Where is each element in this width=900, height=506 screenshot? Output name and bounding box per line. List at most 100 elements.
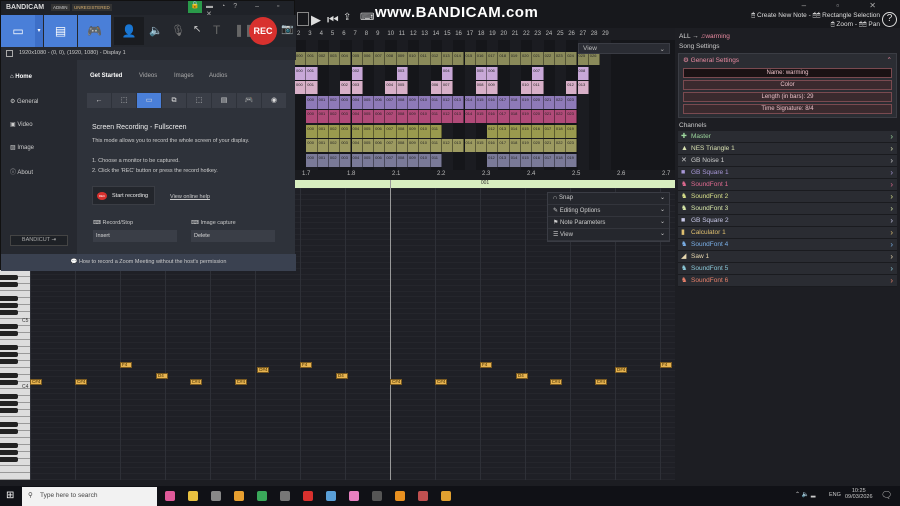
pattern-clip[interactable]: 012 — [487, 124, 499, 138]
pattern-clip[interactable]: 021 — [543, 110, 555, 123]
channel-item[interactable]: ♞ SoundFont 4 › — [678, 239, 897, 251]
pattern-clip[interactable]: 018 — [509, 95, 521, 109]
tray-icons[interactable]: ⌃ 🔈 ▂ — [795, 491, 815, 498]
pattern-clip[interactable]: 001 — [317, 95, 329, 109]
color-button[interactable]: Color — [683, 80, 892, 90]
taskbar-app-icon[interactable] — [257, 491, 267, 501]
pattern-clip[interactable]: 018 — [554, 124, 567, 138]
pattern-clip[interactable]: 019 — [566, 153, 578, 167]
pattern-clip[interactable]: 010 — [521, 81, 533, 94]
image-hotkey-field[interactable]: Delete — [191, 230, 275, 242]
channel-item[interactable]: ✕ GB Noise 1 › — [678, 155, 897, 167]
game-mode-button[interactable]: 🎮 — [78, 15, 111, 47]
fullscreen-mode-icon[interactable]: ▭ — [137, 93, 161, 108]
black-key[interactable] — [0, 302, 18, 308]
measure-number[interactable]: 26 — [568, 31, 575, 37]
export-icon[interactable]: ⇪ — [343, 12, 351, 23]
pattern-clip[interactable]: 015 — [521, 153, 533, 167]
pattern-clip[interactable]: 020 — [521, 52, 533, 65]
notification-icon[interactable]: 🗨 — [881, 490, 892, 501]
back-icon[interactable]: ← — [87, 93, 111, 108]
pattern-clip[interactable]: 006 — [374, 95, 386, 109]
pattern-clip[interactable]: 006 — [374, 153, 386, 167]
pattern-clip[interactable]: 007 — [385, 95, 397, 109]
pattern-clip[interactable]: 013 — [498, 124, 510, 138]
measure-number[interactable]: 12 — [410, 31, 417, 37]
channel-item[interactable]: ♞ SoundFont 6 › — [678, 275, 897, 287]
channel-item[interactable]: ✚ Master › — [678, 131, 897, 143]
pattern-clip[interactable]: 018 — [554, 153, 567, 167]
pattern-clip[interactable]: 004 — [351, 124, 363, 138]
pattern-clip[interactable]: 000 — [306, 153, 318, 167]
pattern-clip[interactable]: 016 — [487, 110, 499, 123]
pattern-clip[interactable]: 008 — [475, 81, 488, 94]
pattern-clip[interactable]: 007 — [385, 153, 397, 167]
tab-get-started[interactable]: Get Started — [90, 73, 122, 79]
note[interactable]: F4 — [120, 362, 132, 368]
pattern-clip[interactable]: 011 — [430, 95, 442, 109]
note[interactable]: C#4 — [189, 379, 202, 385]
black-key[interactable] — [0, 379, 18, 385]
black-key[interactable] — [0, 421, 18, 427]
sidebar-item-image[interactable]: ▨ Image — [10, 144, 34, 151]
taskbar-app-icon[interactable] — [326, 491, 336, 501]
channel-item[interactable]: ■ GB Square 1 › — [678, 167, 897, 179]
pattern-clip[interactable]: 004 — [351, 110, 363, 123]
pattern-clip[interactable]: 012 — [441, 95, 454, 109]
pattern-clip[interactable]: 009 — [408, 95, 420, 109]
note[interactable]: C#4 — [30, 379, 42, 385]
sidebar-item-home[interactable]: ⌂ Home — [10, 74, 32, 80]
pattern-clip[interactable]: 008 — [385, 52, 397, 65]
measure-number[interactable]: 25 — [557, 31, 564, 37]
black-key[interactable] — [0, 274, 18, 280]
cursor-icon[interactable]: ↖ — [193, 24, 201, 35]
taskbar-search[interactable]: ⚲ Type here to search — [22, 487, 157, 506]
lock-icon[interactable]: 🔒 — [188, 1, 202, 13]
timeline-ruler[interactable]: 1.7 1.8 2.1 2.2 2.3 2.4 2.5 2.6 2.7 — [295, 170, 675, 180]
pattern-clip[interactable]: 019 — [566, 124, 578, 138]
pattern-clip[interactable]: 001 — [317, 153, 329, 167]
note[interactable]: C#4 — [435, 379, 447, 385]
device-mode-icon[interactable]: ▤ — [212, 93, 236, 108]
black-key[interactable] — [0, 281, 18, 287]
measure-number[interactable]: 28 — [591, 31, 598, 37]
pattern-clip[interactable]: 012 — [566, 81, 578, 94]
pattern-clip[interactable]: 018 — [509, 139, 521, 152]
pattern-clip[interactable]: 000 — [295, 81, 307, 94]
pattern-clip[interactable]: 013 — [453, 95, 465, 109]
measure-number[interactable]: 23 — [534, 31, 541, 37]
device-mode-button[interactable]: ▤ — [44, 15, 77, 47]
taskbar-app-icon[interactable] — [234, 491, 244, 501]
black-key[interactable] — [0, 407, 18, 413]
playhead[interactable] — [390, 180, 391, 480]
pattern-clip[interactable]: 007 — [385, 110, 397, 123]
black-key[interactable] — [0, 449, 18, 455]
pattern-clip[interactable]: 000 — [295, 52, 307, 65]
pattern-clip[interactable]: 004 — [351, 139, 363, 152]
pattern-clip[interactable]: 002 — [328, 110, 341, 123]
pattern-clip[interactable]: 019 — [521, 139, 533, 152]
pattern-clip[interactable]: 020 — [532, 139, 544, 152]
taskbar-app-icon[interactable] — [395, 491, 405, 501]
pattern-clip[interactable]: 019 — [521, 95, 533, 109]
pattern-clip[interactable]: 000 — [295, 66, 307, 80]
pattern-clip[interactable]: 003 — [340, 124, 352, 138]
pattern-clip[interactable]: 017 — [498, 139, 510, 152]
pattern-clip[interactable]: 005 — [362, 110, 375, 123]
pattern-clip[interactable]: 014 — [464, 95, 476, 109]
pattern-clip[interactable]: 015 — [475, 95, 488, 109]
pattern-clip[interactable]: 014 — [464, 110, 476, 123]
channel-item[interactable]: ♞ SoundFont 1 › — [678, 179, 897, 191]
pattern-clip[interactable]: 018 — [498, 52, 510, 65]
pattern-clip[interactable]: 008 — [396, 124, 408, 138]
tab-videos[interactable]: Videos — [139, 73, 157, 79]
pattern-clip[interactable]: 012 — [487, 153, 499, 167]
measure-number[interactable]: 20 — [500, 31, 507, 37]
pattern-clip[interactable]: 000 — [306, 110, 318, 123]
measure-number[interactable]: 2 — [297, 31, 300, 37]
pattern-clip[interactable]: 011 — [430, 124, 442, 138]
pattern-clip[interactable]: 013 — [453, 139, 465, 152]
black-key[interactable] — [0, 393, 18, 399]
pattern-clip[interactable]: 010 — [419, 110, 431, 123]
rec-button[interactable]: REC — [249, 17, 277, 45]
